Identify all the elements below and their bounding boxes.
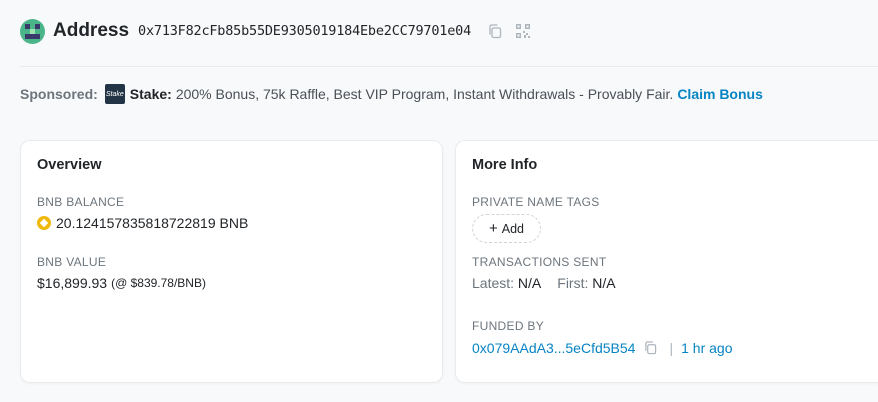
bnb-balance-value: 20.124157835818722819 BNB [56,215,249,231]
sponsor-description: 200% Bonus, 75k Raffle, Best VIP Program… [175,86,674,102]
transactions-sent: Latest: N/A First: N/A [472,275,616,291]
header-divider [20,66,878,67]
funded-by-label: FUNDED BY [472,319,545,333]
qr-code-icon[interactable] [514,22,532,40]
address-value: 0x713F82cFb85b55DE9305019184Ebe2CC79701e… [138,23,471,39]
first-label: First: [557,275,589,291]
sponsored-label: Sponsored: [20,86,98,102]
bnb-value-label: BNB VALUE [37,255,107,269]
transactions-sent-label: TRANSACTIONS SENT [472,255,607,269]
funded-by: 0x079AAdA3...5eCfd5B54 | 1 hr ago [472,339,732,357]
sponsor-brand: Stake: [129,86,172,102]
stake-logo[interactable]: Stake [104,84,125,104]
add-name-tag-button[interactable]: + Add [472,214,542,243]
bnb-value: $16,899.93 (@ $839.78/BNB) [37,275,206,291]
first-value: N/A [592,275,616,291]
bnb-balance: 20.124157835818722819 BNB [37,215,248,231]
address-avatar [20,18,45,44]
funded-by-address-link[interactable]: 0x079AAdA3...5eCfd5B54 [472,340,635,356]
funded-time-link[interactable]: 1 hr ago [681,340,732,356]
address-header: Address 0x713F82cFb85b55DE9305019184Ebe2… [20,17,532,45]
bnb-balance-label: BNB BALANCE [37,195,125,209]
private-name-tags-label: PRIVATE NAME TAGS [472,195,600,209]
page-title: Address [53,20,130,41]
claim-bonus-link[interactable]: Claim Bonus [677,86,763,102]
overview-title: Overview [37,157,102,173]
bnb-value-amount: $16,899.93 [37,275,108,291]
add-button-label: Add [501,221,525,236]
bnb-price-rate: (@ $839.78/BNB) [111,276,206,290]
copy-icon[interactable] [641,339,659,357]
latest-label: Latest: [472,275,515,291]
bnb-coin-icon [37,216,51,230]
more-info-title: More Info [472,157,538,173]
plus-icon: + [489,220,498,237]
overview-card: Overview BNB BALANCE 20.1241578358187228… [20,140,443,383]
separator: | [669,340,674,356]
sponsored-banner: Sponsored: Stake Stake: 200% Bonus, 75k … [20,84,763,104]
latest-value: N/A [517,275,542,291]
more-info-card: More Info PRIVATE NAME TAGS + Add TRANSA… [455,140,878,383]
copy-icon[interactable] [486,22,504,40]
